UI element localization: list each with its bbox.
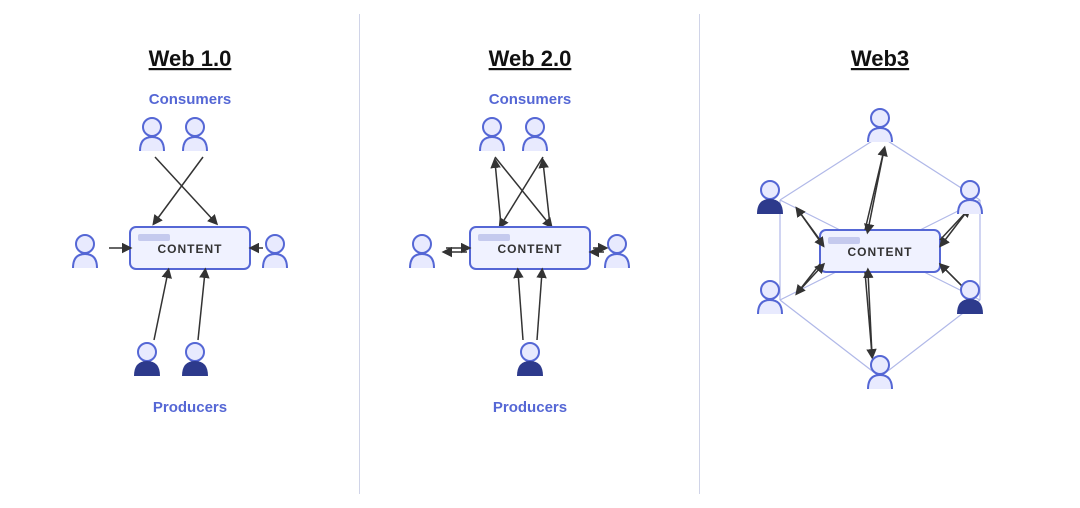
w2-prod-arr2 [537, 272, 542, 340]
producer-side-right [263, 235, 287, 268]
main-container: Web 1.0 Consumers [20, 14, 1060, 494]
web3-user-right-top [958, 181, 982, 214]
web1-consumers-label: Consumers [148, 91, 231, 108]
web3-panel: Web3 CONTENT [700, 14, 1060, 494]
arrow-cross-2 [155, 157, 203, 222]
w2-arrow3 [495, 162, 501, 225]
web1-panel: Web 1.0 Consumers [20, 14, 360, 494]
web2-consumers-label: Consumers [488, 91, 571, 108]
consumer-right-1 [183, 118, 207, 151]
web2-side-left-user [410, 235, 434, 268]
arrow-producer-right-up [198, 272, 205, 340]
web2-panel: Web 2.0 Consumers CONTENT [360, 14, 700, 494]
w2-arrow4 [543, 162, 550, 225]
w3-arr-lb-r [798, 266, 822, 292]
producer-bottom-right [183, 343, 207, 376]
w2-arrow2 [501, 157, 543, 225]
w3-poly1 [780, 136, 880, 200]
w3-arr-rt-r [942, 210, 968, 244]
web3-diagram: Web3 CONTENT [710, 32, 1050, 482]
web3-user-bottom [868, 356, 892, 389]
web2-consumer-left [480, 118, 504, 151]
web2-diagram: Web 2.0 Consumers CONTENT [375, 32, 685, 482]
web1-box-lines [138, 234, 170, 241]
producer-side-left [73, 235, 97, 268]
web2-content-label: CONTENT [497, 242, 562, 256]
web3-box-lines [828, 237, 860, 244]
web3-user-left-bottom [758, 281, 782, 314]
web2-producers-label: Producers [492, 399, 566, 416]
web3-user-left-top [758, 181, 782, 214]
producer-bottom-left [135, 343, 159, 376]
web1-title: Web 1.0 [148, 46, 231, 71]
w3-poly5 [780, 300, 880, 377]
w3-arr-top-r [868, 150, 884, 230]
web2-producer-bottom [518, 343, 542, 376]
w2-prod-arr1 [518, 272, 523, 340]
web1-content-label: CONTENT [157, 242, 222, 256]
web3-user-top [868, 109, 892, 142]
consumer-left-1 [140, 118, 164, 151]
web1-diagram: Web 1.0 Consumers [35, 32, 345, 482]
arrow-cross-1 [155, 157, 215, 222]
web3-title: Web3 [851, 46, 909, 71]
web2-side-right-user [605, 235, 629, 268]
web1-producers-label: Producers [152, 399, 226, 416]
web3-user-right-bottom [958, 281, 982, 314]
arrow-producer-left-up [154, 272, 168, 340]
web3-content-label: CONTENT [848, 245, 913, 259]
web2-consumer-right [523, 118, 547, 151]
web2-box-lines [478, 234, 510, 241]
web2-title: Web 2.0 [488, 46, 571, 71]
